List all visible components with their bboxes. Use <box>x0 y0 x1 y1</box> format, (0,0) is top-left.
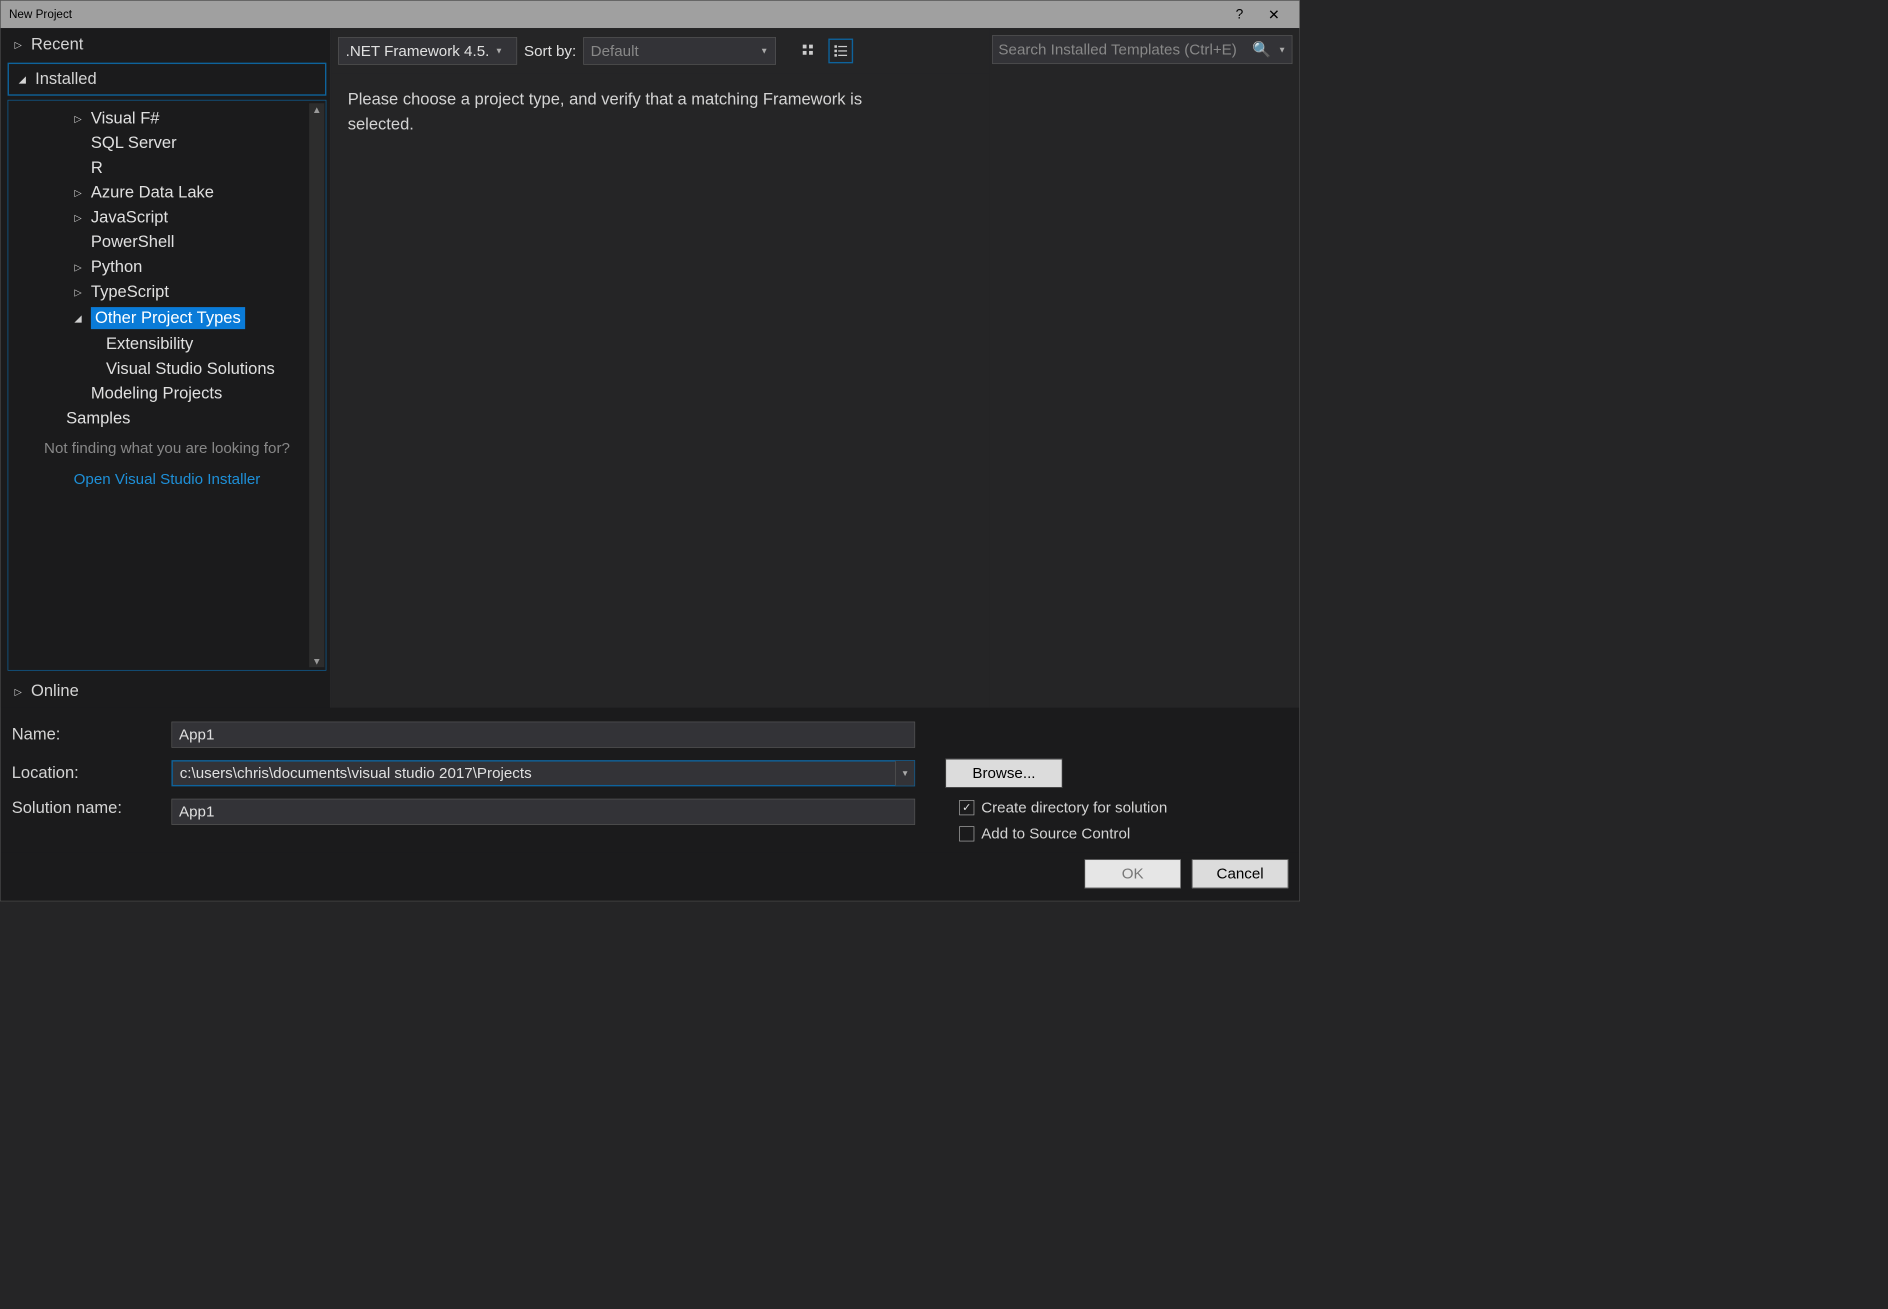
tree-item-label: Visual Studio Solutions <box>106 359 275 378</box>
right-panel: 🔍 ▼ <box>989 28 1299 708</box>
template-tree: ▷ Recent ◢ Installed ▷Visual F#SQL Serve… <box>1 28 332 708</box>
tree-item-label: Python <box>91 258 142 277</box>
tree-online[interactable]: ▷ Online <box>1 675 331 708</box>
list-icon <box>833 43 848 58</box>
open-installer-link[interactable]: Open Visual Studio Installer <box>8 466 325 498</box>
toolbar: .NET Framework 4.5. ▼ Sort by: Default ▼ <box>331 28 989 73</box>
new-project-dialog: New Project ? ✕ ▷ Recent ◢ Installed ▷Vi… <box>0 0 1300 901</box>
search-dropdown-arrow[interactable]: ▼ <box>1278 45 1286 55</box>
tree-item[interactable]: ▷Azure Data Lake <box>8 180 325 205</box>
tree-item-label: Samples <box>66 409 130 428</box>
create-directory-checkbox[interactable]: ✓ Create directory for solution <box>959 799 1167 817</box>
chevron-right-icon: ▷ <box>74 286 91 298</box>
source-control-checkbox[interactable]: Add to Source Control <box>959 825 1167 843</box>
framework-dropdown[interactable]: .NET Framework 4.5. ▼ <box>338 37 517 65</box>
tree-installed[interactable]: ◢ Installed <box>8 63 327 96</box>
tree-item[interactable]: Modeling Projects <box>8 381 325 406</box>
view-medium-icons[interactable] <box>797 39 822 64</box>
tree-item[interactable]: Extensibility <box>8 332 325 357</box>
tree-recent-label: Recent <box>31 35 83 54</box>
form-section: Name: Location: ▼ Browse... Solution nam… <box>1 708 1300 853</box>
tree-item[interactable]: R <box>8 156 325 181</box>
dialog-buttons: OK Cancel <box>1 852 1300 900</box>
tree-scrollbar[interactable]: ▲ ▼ <box>309 103 324 667</box>
tree-item-label: Extensibility <box>106 335 193 354</box>
top-section: ▷ Recent ◢ Installed ▷Visual F#SQL Serve… <box>1 28 1300 708</box>
tree-item[interactable]: ▷TypeScript <box>8 280 325 305</box>
view-small-icons[interactable] <box>828 39 853 64</box>
checkbox-unchecked-icon <box>959 826 974 841</box>
ok-button[interactable]: OK <box>1084 859 1180 888</box>
tree-item-label: R <box>91 158 103 177</box>
search-input[interactable] <box>998 41 1249 59</box>
chevron-down-icon: ▼ <box>760 46 768 56</box>
cancel-button[interactable]: Cancel <box>1192 859 1288 888</box>
sortby-label: Sort by: <box>524 42 576 60</box>
name-label: Name: <box>12 725 163 744</box>
tree-item-label: PowerShell <box>91 233 175 252</box>
checkbox-checked-icon: ✓ <box>959 800 974 815</box>
scroll-down-icon[interactable]: ▼ <box>312 655 322 667</box>
tree-item-label: Modeling Projects <box>91 384 222 403</box>
create-directory-label: Create directory for solution <box>981 799 1167 817</box>
framework-value: .NET Framework 4.5. <box>346 42 490 60</box>
chevron-right-icon: ▷ <box>74 212 91 224</box>
help-button[interactable]: ? <box>1222 1 1256 29</box>
name-input[interactable] <box>171 722 915 748</box>
tree-item[interactable]: PowerShell <box>8 230 325 255</box>
chevron-right-icon: ▷ <box>14 39 25 51</box>
tree-item-label: TypeScript <box>91 282 169 301</box>
content-message: Please choose a project type, and verify… <box>331 74 896 151</box>
main-area: ▷ Recent ◢ Installed ▷Visual F#SQL Serve… <box>1 28 1300 900</box>
tree-item[interactable]: ▷Python <box>8 255 325 280</box>
tree-item[interactable]: Visual Studio Solutions <box>8 357 325 382</box>
tree-item[interactable]: Samples <box>8 406 325 431</box>
solution-label: Solution name: <box>12 799 163 818</box>
scroll-up-icon[interactable]: ▲ <box>312 103 322 115</box>
tree-item-label: Other Project Types <box>91 307 245 329</box>
tree-online-label: Online <box>31 682 79 701</box>
chevron-right-icon: ▷ <box>14 685 25 697</box>
chevron-right-icon: ▷ <box>74 187 91 199</box>
close-button[interactable]: ✕ <box>1257 1 1291 29</box>
tree-item[interactable]: SQL Server <box>8 131 325 156</box>
chevron-down-icon: ▼ <box>495 46 503 56</box>
location-input[interactable] <box>171 760 915 786</box>
browse-button[interactable]: Browse... <box>945 759 1062 788</box>
location-label: Location: <box>12 764 163 783</box>
tree-recent[interactable]: ▷ Recent <box>1 28 331 61</box>
chevron-down-icon: ◢ <box>74 312 91 324</box>
tree-item-label: Azure Data Lake <box>91 183 214 202</box>
tree-item-label: JavaScript <box>91 208 168 227</box>
tree-item[interactable]: ▷JavaScript <box>8 205 325 230</box>
tree-item-label: Visual F# <box>91 109 160 128</box>
location-dropdown-arrow[interactable]: ▼ <box>895 761 914 786</box>
chevron-right-icon: ▷ <box>74 261 91 273</box>
tree-item[interactable]: ◢Other Project Types <box>8 304 325 332</box>
center-panel: .NET Framework 4.5. ▼ Sort by: Default ▼ <box>331 28 989 708</box>
tree-scroll-area: ▷Visual F#SQL ServerR▷Azure Data Lake▷Ja… <box>8 100 327 671</box>
tree-installed-label: Installed <box>35 70 97 89</box>
grid-icon <box>801 43 816 58</box>
titlebar-title: New Project <box>9 8 1222 22</box>
sortby-value: Default <box>591 42 639 60</box>
search-box[interactable]: 🔍 ▼ <box>992 35 1292 64</box>
source-control-label: Add to Source Control <box>981 825 1130 843</box>
tree-item-label: SQL Server <box>91 134 177 153</box>
solution-input[interactable] <box>171 799 915 825</box>
sortby-dropdown[interactable]: Default ▼ <box>583 37 776 65</box>
chevron-down-icon: ◢ <box>19 73 30 85</box>
tree-hint: Not finding what you are looking for? <box>8 431 325 466</box>
titlebar: New Project ? ✕ <box>1 1 1300 29</box>
chevron-right-icon: ▷ <box>74 113 91 125</box>
search-icon[interactable]: 🔍 <box>1250 41 1274 59</box>
tree-items-container: ▷Visual F#SQL ServerR▷Azure Data Lake▷Ja… <box>8 101 325 670</box>
tree-item[interactable]: ▷Visual F# <box>8 106 325 131</box>
